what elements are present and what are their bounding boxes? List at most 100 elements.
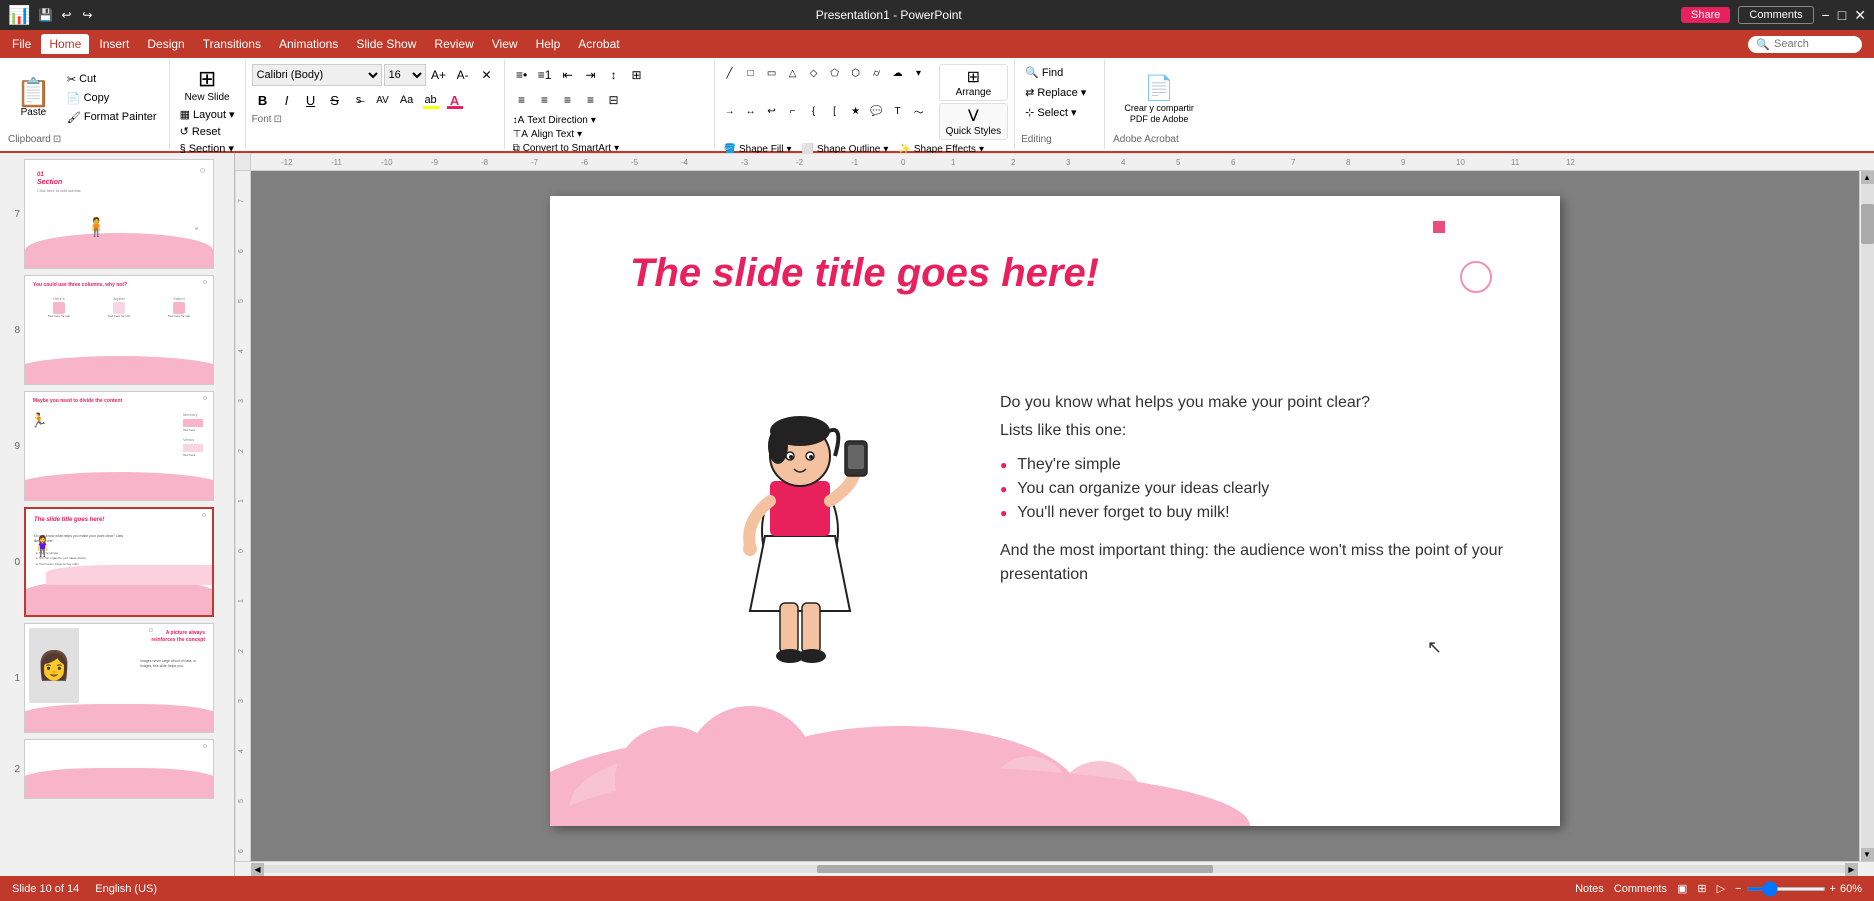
font-expand-icon[interactable]: ⊡	[274, 114, 282, 125]
shape-triangle[interactable]: △	[784, 64, 802, 82]
scroll-up-btn[interactable]: ▲	[1861, 171, 1874, 184]
cut-button[interactable]: ✂ Cut	[63, 71, 161, 88]
slide-thumb-1[interactable]: A picture always reinforces the concept …	[24, 623, 214, 733]
menu-transitions[interactable]: Transitions	[195, 34, 269, 54]
shadow-btn[interactable]: s̶	[348, 89, 370, 111]
slide-thumb-9[interactable]: Maybe you need to divide the content 🏃 M…	[24, 391, 214, 501]
menu-view[interactable]: View	[484, 34, 526, 54]
change-case-btn[interactable]: Aa	[396, 89, 418, 111]
reset-button[interactable]: ↺ Reset	[176, 124, 239, 139]
decrease-indent-btn[interactable]: ⇤	[557, 64, 579, 86]
shape-cloud[interactable]: ☁	[889, 64, 907, 82]
justify-btn[interactable]: ≡	[580, 89, 602, 111]
shape-right-angle[interactable]: ⌐	[784, 103, 802, 121]
column-format-btn[interactable]: ⊟	[603, 89, 625, 111]
create-pdf-button[interactable]: 📄 Crear y compartir PDF de Adobe	[1113, 64, 1205, 134]
v-scrollbar[interactable]: ▲ ▼	[1859, 171, 1874, 861]
layout-button[interactable]: ▦ Layout ▾	[176, 107, 239, 122]
slide-panel[interactable]: 7 01 Section Click here to add subtitle …	[0, 153, 235, 876]
comments-button[interactable]: Comments	[1738, 6, 1813, 24]
slide-body-text[interactable]: Do you know what helps you make your poi…	[1000, 391, 1530, 587]
menu-help[interactable]: Help	[528, 34, 569, 54]
h-scrollbar[interactable]: ◀ ▶	[235, 861, 1874, 876]
shape-cylinder[interactable]: ⌭	[868, 64, 886, 82]
shape-hexagon[interactable]: ⬡	[847, 64, 865, 82]
share-button[interactable]: Share	[1681, 7, 1730, 23]
scroll-down-btn[interactable]: ▼	[1861, 848, 1874, 861]
edit-area[interactable]: The slide title goes here!	[251, 171, 1859, 861]
slide-thumb-current[interactable]: The slide title goes here! Do you know w…	[24, 507, 214, 617]
select-button[interactable]: ⊹ Select ▾	[1021, 104, 1098, 121]
h-scroll-track[interactable]	[264, 865, 1845, 873]
menu-home[interactable]: Home	[41, 34, 89, 54]
copy-button[interactable]: 📄 Copy	[63, 90, 161, 107]
find-button[interactable]: 🔍 Find	[1021, 64, 1098, 81]
font-size-select[interactable]: 16	[384, 64, 426, 86]
text-direction-button[interactable]: ↕A Text Direction ▾	[511, 114, 708, 127]
scroll-thumb[interactable]	[1861, 204, 1874, 244]
redo-btn[interactable]: ↪	[78, 6, 96, 24]
underline-btn[interactable]: U	[300, 89, 322, 111]
arrange-button[interactable]: ⊞ Arrange	[939, 64, 1009, 101]
paste-button[interactable]: 📋 Paste	[8, 64, 59, 132]
font-family-select[interactable]: Calibri (Body)	[252, 64, 382, 86]
shape-line[interactable]: ╱	[721, 64, 739, 82]
align-text-button[interactable]: ⊤A Align Text ▾	[511, 128, 708, 141]
search-box[interactable]: 🔍	[1748, 36, 1862, 53]
align-center-btn[interactable]: ≡	[534, 89, 556, 111]
view-normal-btn[interactable]: ▣	[1677, 882, 1687, 895]
view-sorter-btn[interactable]: ⊞	[1697, 882, 1706, 895]
view-reading-btn[interactable]: ▷	[1717, 882, 1725, 895]
shape-round-rect[interactable]: ▭	[763, 64, 781, 82]
search-input[interactable]	[1774, 38, 1854, 50]
menu-review[interactable]: Review	[426, 34, 481, 54]
shape-text[interactable]: T	[889, 103, 907, 121]
slide-thumb-2[interactable]	[24, 739, 214, 799]
h-scroll-thumb[interactable]	[817, 865, 1212, 873]
shape-double-arrow[interactable]: ↔	[742, 103, 760, 121]
quick-styles-button[interactable]: Ⅴ Quick Styles	[939, 103, 1009, 140]
menu-design[interactable]: Design	[139, 34, 192, 54]
minimize-btn[interactable]: −	[1822, 7, 1830, 23]
italic-btn[interactable]: I	[276, 89, 298, 111]
menu-file[interactable]: File	[4, 34, 39, 54]
menu-insert[interactable]: Insert	[91, 34, 137, 54]
columns-btn[interactable]: ⊞	[626, 64, 648, 86]
font-size-increase-btn[interactable]: A+	[428, 64, 450, 86]
slide-thumb-8[interactable]: You could use three columns, why not? He…	[24, 275, 214, 385]
replace-button[interactable]: ⇄ Replace ▾	[1021, 84, 1098, 101]
zoom-slider[interactable]	[1746, 887, 1826, 891]
save-btn[interactable]: 💾	[36, 6, 54, 24]
bullets-btn[interactable]: ≡•	[511, 64, 533, 86]
shape-callout[interactable]: 💬	[868, 103, 886, 121]
shape-brace[interactable]: {	[805, 103, 823, 121]
bold-btn[interactable]: B	[252, 89, 274, 111]
shape-more[interactable]: ▾	[910, 64, 928, 82]
menu-slideshow[interactable]: Slide Show	[348, 34, 424, 54]
scroll-right-btn[interactable]: ▶	[1845, 863, 1858, 876]
new-slide-button[interactable]: ⊞ New Slide	[176, 64, 239, 105]
notes-btn[interactable]: Notes	[1575, 883, 1604, 895]
strikethrough-btn[interactable]: S	[324, 89, 346, 111]
shape-pentagon[interactable]: ⬠	[826, 64, 844, 82]
shape-arrow[interactable]: →	[721, 103, 739, 121]
comments-btn[interactable]: Comments	[1614, 883, 1667, 895]
zoom-out-icon[interactable]: −	[1735, 883, 1741, 895]
line-spacing-btn[interactable]: ↕	[603, 64, 625, 86]
slide-thumb-7[interactable]: 01 Section Click here to add subtitle 🧍	[24, 159, 214, 269]
scroll-track[interactable]	[1861, 184, 1874, 848]
zoom-control[interactable]: − + 60%	[1735, 883, 1862, 895]
align-left-btn[interactable]: ≡	[511, 89, 533, 111]
shape-star[interactable]: ★	[847, 103, 865, 121]
numbering-btn[interactable]: ≡1	[534, 64, 556, 86]
font-size-decrease-btn[interactable]: A-	[452, 64, 474, 86]
maximize-btn[interactable]: □	[1838, 7, 1846, 23]
shape-bracket[interactable]: [	[826, 103, 844, 121]
shape-rect[interactable]: □	[742, 64, 760, 82]
increase-indent-btn[interactable]: ⇥	[580, 64, 602, 86]
char-spacing-btn[interactable]: AV	[372, 89, 394, 111]
clear-format-btn[interactable]: ✕	[476, 64, 498, 86]
shape-freeform[interactable]: 〜	[910, 103, 928, 121]
menu-animations[interactable]: Animations	[271, 34, 346, 54]
menu-acrobat[interactable]: Acrobat	[570, 34, 627, 54]
